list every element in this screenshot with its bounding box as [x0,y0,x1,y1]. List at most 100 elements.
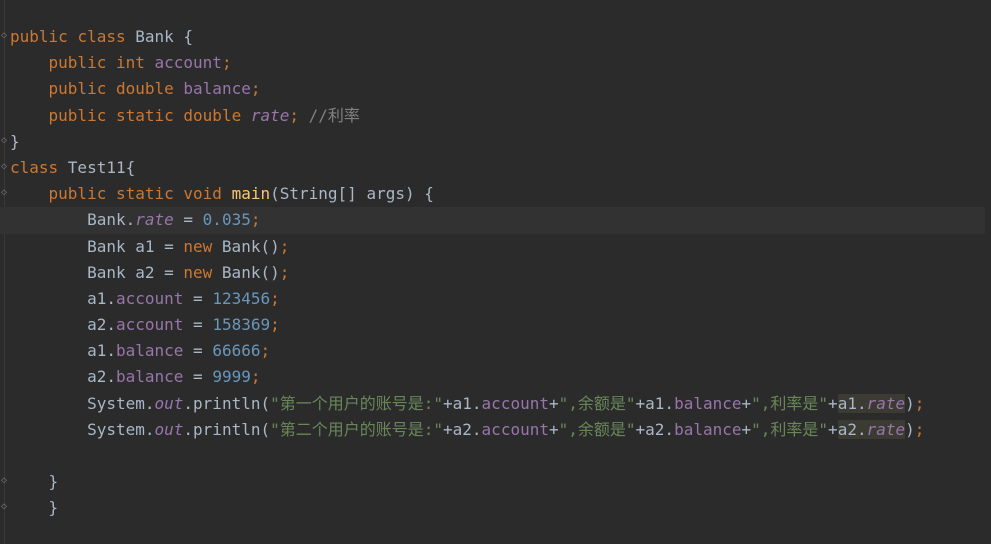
code-token: rate [250,105,290,125]
code-token: a2. [10,315,116,335]
code-token: +a1. [443,393,482,413]
code-line[interactable]: ◇ public class Bank { [1,24,985,50]
code-token: a1. [837,393,867,413]
code-line[interactable]: public static double rate; //利率 [10,103,985,129]
code-token: public [48,79,116,99]
code-token: a1. [10,341,116,361]
code-token: +a1. [635,393,675,413]
code-token: } [10,472,59,492]
code-line[interactable]: a2.account = 158369; [10,312,985,338]
code-token: balance [674,419,742,439]
code-token: + [548,393,559,413]
code-token: = [183,367,213,387]
code-token: public [10,27,78,46]
fold-marker-icon[interactable]: ◇ [1,501,7,513]
code-token: Bank a1 = [10,236,184,256]
code-token: 9999 [212,367,251,387]
code-token: 0.035 [202,210,251,230]
code-token: ; [289,105,309,125]
code-token: System. [10,393,155,413]
code-token: "第二个用户的账号是:" [270,419,444,439]
code-line[interactable] [10,443,985,469]
code-token: class [10,157,68,177]
code-token: //利率 [308,105,360,125]
code-token: Bank { [135,27,194,46]
code-token: double [183,105,251,125]
code-token: 158369 [212,315,271,335]
code-token: new [183,236,222,256]
code-token: balance [115,341,184,361]
code-token: void [183,184,232,204]
code-token: ",余额是" [558,419,636,439]
code-line[interactable]: Bank a2 = new Bank(); [10,260,985,286]
code-token: ; [914,419,925,439]
code-token: out [154,393,184,413]
code-token: static [115,105,184,125]
code-token: ; [279,236,290,256]
code-line[interactable]: ◇} [1,129,985,155]
code-token: account [115,315,184,335]
code-token: = [173,210,203,230]
code-token: +a2. [443,419,482,439]
code-line[interactable]: Bank.rate = 0.035; [0,207,985,234]
code-token: = [183,341,213,361]
code-token: ",利率是" [751,393,829,413]
code-token: ) [905,419,915,439]
code-token: double [115,79,184,99]
code-token: ; [250,367,261,387]
code-line[interactable]: ◇ class Test11{ [1,155,985,181]
code-token: } [10,131,20,151]
code-token: System. [10,419,155,439]
code-token: Test11{ [67,157,136,177]
fold-marker-icon[interactable]: ◇ [1,30,7,42]
code-token: int [115,53,155,73]
code-token: .println( [183,393,271,413]
code-token: .println( [183,419,271,439]
code-token: Bank() [221,262,280,282]
code-line[interactable]: Bank a1 = new Bank(); [10,234,985,260]
fold-marker-icon[interactable]: ◇ [1,135,7,147]
code-area[interactable]: ◇ public class Bank { public int account;… [0,24,985,522]
code-token: public [48,184,116,204]
code-token: "第一个用户的账号是:" [270,393,444,413]
code-token: account [115,288,184,308]
code-token: class [77,27,136,46]
code-token: account [481,393,549,413]
code-token: ; [250,79,261,99]
code-token: balance [115,367,184,387]
fold-marker-icon[interactable]: ◇ [1,187,7,199]
code-line[interactable]: public int account; [10,50,985,76]
code-line[interactable]: ◇ } [1,469,985,495]
code-line[interactable]: a2.balance = 9999; [10,364,985,390]
code-line[interactable]: ◇ } [1,495,985,521]
code-line[interactable]: System.out.println("第一个用户的账号是:"+a1.accou… [10,391,985,417]
code-editor[interactable]: ◇ public class Bank { public int account;… [0,0,991,544]
code-token: account [481,419,549,439]
code-token: main [231,184,271,204]
code-line[interactable]: System.out.println("第二个用户的账号是:"+a2.accou… [10,417,985,443]
code-token: ; [914,393,925,413]
code-token: account [154,53,222,73]
code-token: = [183,315,213,335]
code-token: ; [250,210,261,230]
code-line[interactable]: a1.balance = 66666; [10,338,985,364]
code-line[interactable]: ◇ public static void main(String[] args)… [1,181,985,207]
code-token: 66666 [212,341,261,361]
code-token: + [741,419,752,439]
code-token: +a2. [635,419,675,439]
fold-marker-icon[interactable]: ◇ [1,161,7,173]
code-token: ; [270,315,280,335]
code-token: balance [183,79,251,99]
code-token: ; [270,288,280,308]
code-line[interactable]: public double balance; [10,76,985,102]
code-token: a1. [10,288,116,308]
code-token: 123456 [212,288,271,308]
code-token: rate [135,210,174,230]
code-line[interactable]: a1.account = 123456; [10,286,985,312]
fold-marker-icon[interactable]: ◇ [1,475,7,487]
code-token: rate [866,419,906,439]
